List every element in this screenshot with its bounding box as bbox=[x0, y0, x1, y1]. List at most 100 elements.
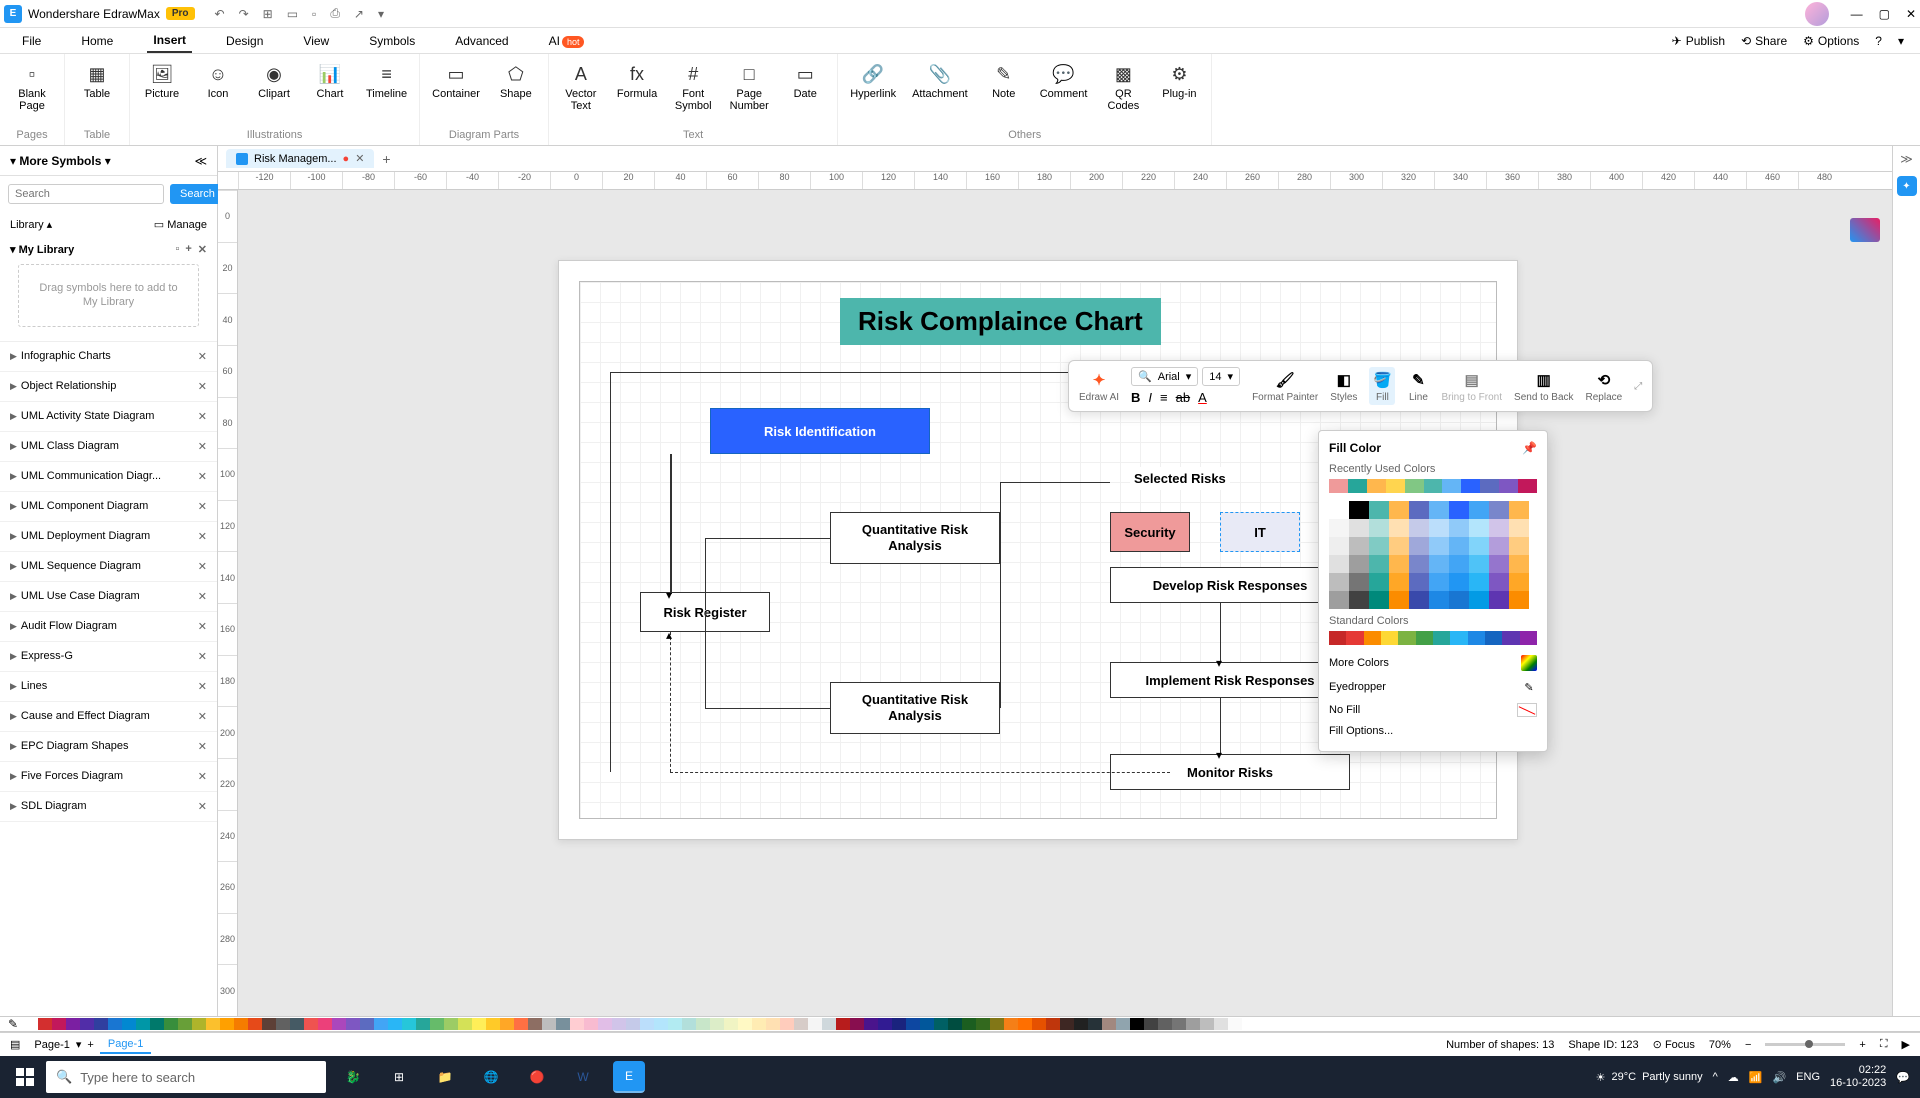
palette-swatch[interactable] bbox=[724, 1018, 738, 1030]
ribbon-tool-note[interactable]: ✎Note bbox=[984, 62, 1024, 100]
close-library-item-icon[interactable]: ✕ bbox=[198, 350, 207, 363]
palette-swatch[interactable] bbox=[66, 1018, 80, 1030]
color-swatch[interactable] bbox=[1429, 555, 1449, 573]
color-swatch[interactable] bbox=[1398, 631, 1415, 645]
color-swatch[interactable] bbox=[1409, 555, 1429, 573]
redo-icon[interactable]: ↷ bbox=[239, 7, 249, 21]
tray-volume-icon[interactable]: 🔊 bbox=[1772, 1071, 1786, 1084]
palette-swatch[interactable] bbox=[1102, 1018, 1116, 1030]
color-swatch[interactable] bbox=[1469, 573, 1489, 591]
new-icon[interactable]: ⊞ bbox=[263, 7, 273, 21]
color-swatch[interactable] bbox=[1409, 519, 1429, 537]
palette-swatch[interactable] bbox=[556, 1018, 570, 1030]
color-swatch[interactable] bbox=[1416, 631, 1433, 645]
color-swatch[interactable] bbox=[1389, 501, 1409, 519]
color-swatch[interactable] bbox=[1409, 501, 1429, 519]
ribbon-tool-hyperlink[interactable]: 🔗Hyperlink bbox=[850, 62, 896, 100]
close-library-item-icon[interactable]: ✕ bbox=[198, 470, 207, 483]
open-icon[interactable]: ▭ bbox=[287, 7, 298, 21]
color-swatch[interactable] bbox=[1369, 519, 1389, 537]
palette-swatch[interactable] bbox=[1228, 1018, 1242, 1030]
symbol-search-input[interactable] bbox=[8, 184, 164, 204]
close-library-item-icon[interactable]: ✕ bbox=[198, 620, 207, 633]
close-library-item-icon[interactable]: ✕ bbox=[198, 740, 207, 753]
color-swatch[interactable] bbox=[1409, 591, 1429, 609]
palette-swatch[interactable] bbox=[990, 1018, 1004, 1030]
styles-button[interactable]: ◧Styles bbox=[1330, 369, 1357, 403]
color-swatch[interactable] bbox=[1405, 479, 1424, 493]
color-swatch[interactable] bbox=[1349, 573, 1369, 591]
close-library-item-icon[interactable]: ✕ bbox=[198, 800, 207, 813]
color-swatch[interactable] bbox=[1449, 537, 1469, 555]
color-swatch[interactable] bbox=[1369, 501, 1389, 519]
collapse-panel-icon[interactable]: ≪ bbox=[194, 154, 207, 168]
palette-swatch[interactable] bbox=[612, 1018, 626, 1030]
color-swatch[interactable] bbox=[1367, 479, 1386, 493]
palette-swatch[interactable] bbox=[444, 1018, 458, 1030]
eyedropper-button[interactable]: Eyedropper✎ bbox=[1329, 675, 1537, 699]
palette-swatch[interactable] bbox=[528, 1018, 542, 1030]
library-dropzone[interactable]: Drag symbols here to add to My Library bbox=[18, 264, 199, 327]
palette-swatch[interactable] bbox=[136, 1018, 150, 1030]
fit-page-icon[interactable]: ⛶ bbox=[1880, 1038, 1888, 1051]
color-swatch[interactable] bbox=[1469, 537, 1489, 555]
color-swatch[interactable] bbox=[1349, 555, 1369, 573]
palette-swatch[interactable] bbox=[388, 1018, 402, 1030]
palette-swatch[interactable] bbox=[542, 1018, 556, 1030]
tray-wifi-icon[interactable]: 📶 bbox=[1749, 1071, 1763, 1084]
palette-swatch[interactable] bbox=[374, 1018, 388, 1030]
color-swatch[interactable] bbox=[1442, 479, 1461, 493]
tray-chevron-icon[interactable]: ^ bbox=[1713, 1071, 1718, 1083]
taskbar-task-view[interactable]: ⊞ bbox=[378, 1056, 420, 1098]
palette-swatch[interactable] bbox=[1172, 1018, 1186, 1030]
align-button[interactable]: ≡ bbox=[1160, 390, 1168, 405]
color-swatch[interactable] bbox=[1349, 519, 1369, 537]
color-swatch[interactable] bbox=[1489, 537, 1509, 555]
color-swatch[interactable] bbox=[1329, 631, 1346, 645]
palette-swatch[interactable] bbox=[570, 1018, 584, 1030]
color-swatch[interactable] bbox=[1489, 501, 1509, 519]
palette-swatch[interactable] bbox=[668, 1018, 682, 1030]
palette-swatch[interactable] bbox=[248, 1018, 262, 1030]
color-swatch[interactable] bbox=[1489, 519, 1509, 537]
palette-swatch[interactable] bbox=[920, 1018, 934, 1030]
taskbar-edge[interactable]: 🌐 bbox=[470, 1056, 512, 1098]
menu-insert[interactable]: Insert bbox=[147, 29, 192, 53]
print-icon[interactable]: ⎙ bbox=[330, 6, 340, 21]
palette-swatch[interactable] bbox=[402, 1018, 416, 1030]
menu-file[interactable]: File bbox=[16, 30, 47, 52]
share-button[interactable]: ⟲ Share bbox=[1741, 34, 1787, 48]
pin-icon[interactable]: 📌 bbox=[1522, 441, 1537, 455]
tray-cloud-icon[interactable]: ☁ bbox=[1728, 1071, 1739, 1084]
library-item[interactable]: ▶UML Communication Diagr...✕ bbox=[0, 462, 217, 492]
send-back-button[interactable]: ▥Send to Back bbox=[1514, 369, 1573, 403]
expand-right-panel-icon[interactable]: ≫ bbox=[1900, 152, 1913, 166]
palette-swatch[interactable] bbox=[682, 1018, 696, 1030]
palette-swatch[interactable] bbox=[962, 1018, 976, 1030]
color-swatch[interactable] bbox=[1348, 479, 1367, 493]
palette-swatch[interactable] bbox=[738, 1018, 752, 1030]
palette-swatch[interactable] bbox=[1214, 1018, 1228, 1030]
close-library-item-icon[interactable]: ✕ bbox=[198, 770, 207, 783]
user-avatar[interactable] bbox=[1805, 2, 1829, 26]
palette-swatch[interactable] bbox=[794, 1018, 808, 1030]
palette-swatch[interactable] bbox=[472, 1018, 486, 1030]
bold-button[interactable]: B bbox=[1131, 390, 1140, 405]
color-swatch[interactable] bbox=[1369, 555, 1389, 573]
palette-swatch[interactable] bbox=[598, 1018, 612, 1030]
zoom-out-icon[interactable]: − bbox=[1745, 1039, 1751, 1051]
ribbon-tool-table[interactable]: ▦Table bbox=[77, 62, 117, 100]
library-item[interactable]: ▶Object Relationship✕ bbox=[0, 372, 217, 402]
color-swatch[interactable] bbox=[1449, 501, 1469, 519]
color-swatch[interactable] bbox=[1502, 631, 1519, 645]
color-swatch[interactable] bbox=[1346, 631, 1363, 645]
palette-swatch[interactable] bbox=[192, 1018, 206, 1030]
color-swatch[interactable] bbox=[1499, 479, 1518, 493]
menu-advanced[interactable]: Advanced bbox=[449, 30, 514, 52]
palette-swatch[interactable] bbox=[360, 1018, 374, 1030]
palette-swatch[interactable] bbox=[52, 1018, 66, 1030]
save-icon[interactable]: ▫ bbox=[312, 7, 316, 21]
close-library-item-icon[interactable]: ✕ bbox=[198, 560, 207, 573]
taskbar-app-dragon[interactable]: 🐉 bbox=[332, 1056, 374, 1098]
line-button[interactable]: ✎Line bbox=[1407, 369, 1429, 403]
